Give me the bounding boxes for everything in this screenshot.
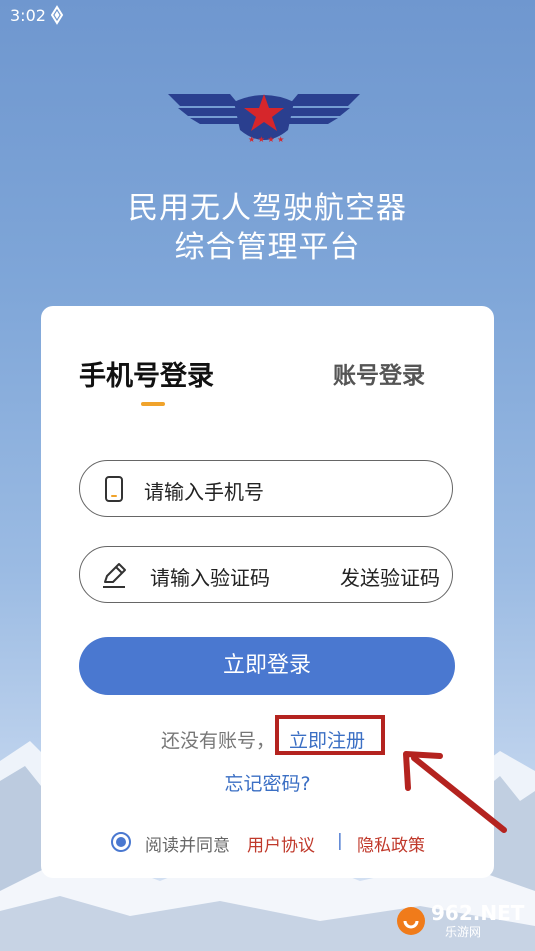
agreement-prefix: 阅读并同意 — [145, 836, 230, 856]
agreement-separator: | — [337, 831, 343, 851]
code-placeholder: 请输入验证码 — [150, 566, 270, 590]
watermark-sub: 乐游网 — [445, 925, 482, 939]
code-input[interactable]: 请输入验证码 发送验证码 — [79, 546, 453, 603]
send-code-button[interactable]: 发送验证码 — [340, 562, 440, 591]
tab-account-login[interactable]: 账号登录 — [333, 356, 425, 390]
watermark: 962.NET 乐游网 — [395, 901, 525, 941]
status-time: 3:02 — [10, 6, 46, 25]
pen-icon — [103, 563, 126, 588]
annotation-arrow-icon — [403, 751, 507, 833]
no-account-text: 还没有账号， — [161, 730, 276, 752]
active-tab-indicator — [141, 402, 165, 406]
tab-phone-login[interactable]: 手机号登录 — [79, 354, 214, 393]
phone-input[interactable]: 请输入手机号 — [79, 460, 453, 517]
status-bar: 3:02 — [0, 0, 535, 34]
watermark-brand: 962.NET — [431, 901, 525, 925]
watermark-logo-icon — [397, 907, 425, 935]
register-highlight-box — [275, 715, 385, 755]
phone-icon — [105, 476, 123, 502]
app-title-line1: 民用无人驾驶航空器 — [128, 191, 407, 226]
phone-placeholder: 请输入手机号 — [144, 480, 264, 504]
login-button[interactable]: 立即登录 — [79, 637, 455, 695]
app-title-line2: 综合管理平台 — [174, 230, 361, 265]
user-agreement-link[interactable]: 用户协议 — [247, 831, 315, 856]
svg-text:★ ★ ★ ★: ★ ★ ★ ★ — [248, 135, 284, 144]
app-logo: ★ ★ ★ ★ — [168, 94, 360, 144]
agreement-radio[interactable] — [111, 832, 131, 852]
signal-icon — [50, 5, 64, 25]
